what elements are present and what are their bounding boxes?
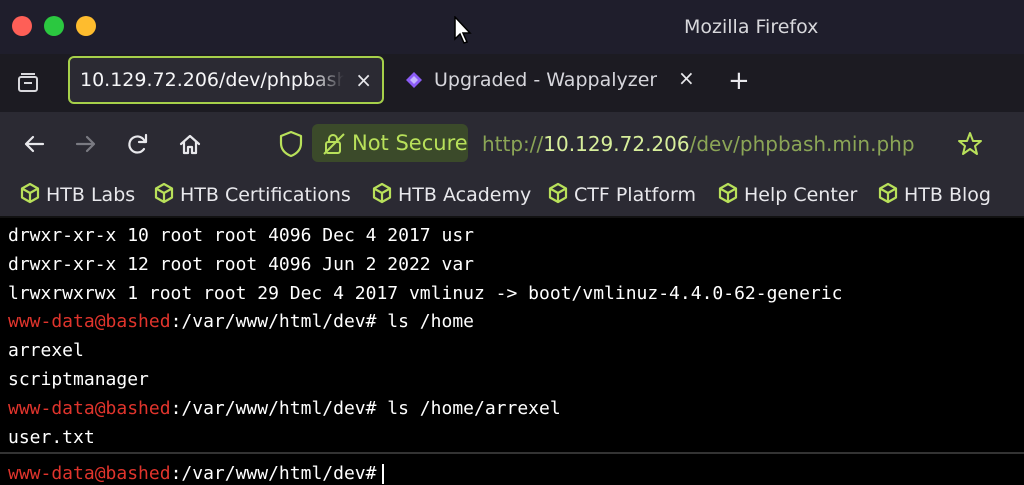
htb-cube-icon (548, 182, 568, 208)
url-scheme: http:// (482, 132, 544, 156)
new-tab-button[interactable]: + (728, 66, 750, 96)
web-terminal[interactable]: drwxr-xr-x 10 root root 4096 Dec 4 2017 … (0, 218, 1024, 485)
connection-security-badge[interactable]: Not Secure (312, 124, 468, 162)
bookmark-item[interactable]: HTB Labs (20, 182, 135, 208)
terminal-output-line: scriptmanager (8, 369, 149, 390)
terminal-output-line: lrwxrwxrwx 1 root root 29 Dec 4 2017 vml… (8, 282, 843, 304)
forward-arrow-icon[interactable] (72, 130, 100, 158)
terminal-input-separator (0, 452, 1024, 454)
htb-cube-icon (878, 182, 898, 208)
tracking-protection-shield-icon[interactable] (278, 130, 304, 158)
tab-close-icon[interactable]: × (678, 66, 695, 90)
tab-title: 10.129.72.206/dev/phpbash.m (80, 69, 344, 91)
bookmark-label: HTB Certifications (180, 184, 351, 206)
bookmark-item[interactable]: HTB Certifications (154, 182, 351, 208)
tab-bar: 10.129.72.206/dev/phpbash.m × Upgraded -… (0, 54, 1024, 112)
close-window-button[interactable] (12, 16, 32, 36)
prompt-user-host: www-data@bashed (8, 397, 171, 419)
bookmark-item[interactable]: HTB Blog (878, 182, 991, 208)
tab-close-icon[interactable]: × (355, 68, 372, 92)
bookmarks-toolbar: HTB Labs HTB Certifications HTB Academy CTF… (0, 176, 1024, 216)
htb-cube-icon (154, 182, 174, 208)
tab-wappalyzer[interactable]: Upgraded - Wappalyzer × (400, 56, 710, 104)
bookmark-label: HTB Academy (398, 184, 532, 206)
command-text: :/var/www/html/dev# ls /home (170, 311, 474, 333)
text-caret (382, 464, 384, 484)
terminal-output-line: user.txt (8, 426, 95, 448)
terminal-command-line: www-data@bashed:/var/www/html/dev# ls /h… (8, 309, 474, 335)
wappalyzer-icon (406, 72, 422, 88)
htb-cube-icon (718, 182, 738, 208)
prompt-user-host: www-data@bashed (8, 311, 171, 333)
back-arrow-icon[interactable] (20, 130, 48, 158)
url-bar[interactable]: http://10.129.72.206/dev/phpbash.min.php (482, 132, 915, 156)
terminal-output-line: arrexel (8, 340, 84, 362)
tab-list-icon[interactable] (14, 69, 42, 97)
bookmark-label: HTB Blog (904, 184, 991, 206)
bookmark-label: CTF Platform (574, 184, 696, 206)
mouse-cursor-icon (454, 16, 472, 44)
tab-title: Upgraded - Wappalyzer (434, 69, 658, 91)
htb-cube-icon (372, 182, 392, 208)
terminal-input-prompt[interactable]: www-data@bashed:/var/www/html/dev# (8, 461, 384, 485)
insecure-lock-icon (323, 133, 345, 155)
prompt-user-host: www-data@bashed (8, 463, 171, 484)
tab-phpbash[interactable]: 10.129.72.206/dev/phpbash.m × (68, 56, 384, 104)
maximize-window-button[interactable] (44, 16, 64, 36)
htb-cube-icon (20, 182, 40, 208)
url-path: /dev/phpbash.min.php (689, 132, 915, 156)
terminal-output-line: drwxr-xr-x 12 root root 4096 Jun 2 2022 … (8, 253, 474, 275)
terminal-output-line: drwxr-xr-x 10 root root 4096 Dec 4 2017 … (8, 225, 474, 246)
bookmark-label: Help Center (744, 184, 858, 206)
not-secure-label: Not Secure (352, 131, 468, 155)
window-title: Mozilla Firefox (684, 16, 819, 38)
bookmark-star-icon[interactable] (956, 130, 984, 158)
bookmark-label: HTB Labs (46, 184, 136, 206)
command-text: :/var/www/html/dev# ls /home/arrexel (170, 397, 561, 419)
navigation-bar: Not Secure http://10.129.72.206/dev/phpb… (0, 112, 1024, 176)
prompt-path: :/var/www/html/dev# (170, 463, 377, 484)
home-icon[interactable] (176, 130, 204, 158)
minimize-window-button[interactable] (76, 16, 96, 36)
bookmark-item[interactable]: HTB Academy (372, 182, 531, 208)
terminal-command-line: www-data@bashed:/var/www/html/dev# ls /h… (8, 396, 561, 422)
bookmark-item[interactable]: Help Center (718, 182, 857, 208)
url-host: 10.129.72.206 (543, 132, 690, 156)
reload-icon[interactable] (124, 130, 152, 158)
bookmark-item[interactable]: CTF Platform (548, 182, 696, 208)
title-bar: Mozilla Firefox (0, 0, 1024, 54)
